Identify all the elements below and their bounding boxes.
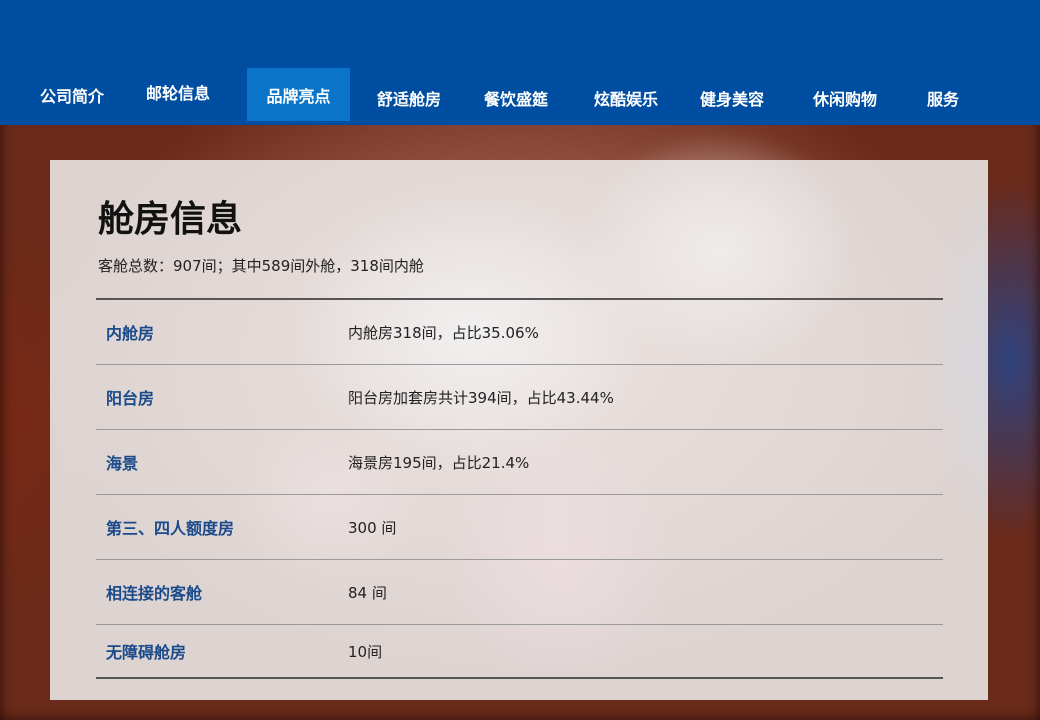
- row-label: 无障碍舱房: [106, 643, 187, 662]
- row-value: 阳台房加套房共计394间，占比43.44%: [348, 388, 614, 407]
- table-row: 相连接的客舱 84 间: [96, 560, 943, 625]
- nav-item-shopping[interactable]: 休闲购物: [803, 71, 887, 124]
- nav-item-brand-highlights[interactable]: 品牌亮点: [247, 68, 350, 121]
- nav-item-cabins[interactable]: 舒适舱房: [367, 71, 451, 124]
- row-label: 阳台房: [106, 389, 155, 408]
- table-row: 内舱房 内舱房318间，占比35.06%: [96, 300, 943, 365]
- row-value: 内舱房318间，占比35.06%: [348, 323, 539, 342]
- content-panel: 舱房信息 客舱总数：907间；其中589间外舱，318间内舱 内舱房 内舱房31…: [50, 160, 988, 700]
- row-label: 内舱房: [106, 324, 155, 343]
- nav-item-entertainment[interactable]: 炫酷娱乐: [584, 71, 668, 124]
- table-row: 第三、四人额度房 300 间: [96, 495, 943, 560]
- row-value: 300 间: [348, 518, 397, 537]
- row-value: 海景房195间，占比21.4%: [348, 453, 530, 472]
- row-label: 第三、四人额度房: [106, 519, 235, 538]
- table-row: 阳台房 阳台房加套房共计394间，占比43.44%: [96, 365, 943, 430]
- main-nav: 公司简介 邮轮信息 品牌亮点 舒适舱房 餐饮盛筵 炫酷娱乐 健身美容 休闲购物 …: [0, 68, 1040, 125]
- table-row: 无障碍舱房 10间: [96, 625, 943, 677]
- nav-item-fitness-beauty[interactable]: 健身美容: [690, 71, 774, 124]
- nav-item-service[interactable]: 服务: [918, 71, 968, 124]
- cabin-summary: 客舱总数：907间；其中589间外舱，318间内舱: [98, 257, 424, 275]
- row-label: 相连接的客舱: [106, 584, 203, 603]
- nav-item-cruise-info[interactable]: 邮轮信息: [136, 65, 220, 118]
- table-row: 海景 海景房195间，占比21.4%: [96, 430, 943, 495]
- row-value: 84 间: [348, 583, 387, 602]
- row-value: 10间: [348, 642, 383, 661]
- top-nav-bar: 公司简介 邮轮信息 品牌亮点 舒适舱房 餐饮盛筵 炫酷娱乐 健身美容 休闲购物 …: [0, 0, 1040, 125]
- page-title: 舱房信息: [98, 199, 243, 240]
- nav-item-dining[interactable]: 餐饮盛筵: [474, 71, 558, 124]
- nav-item-company-intro[interactable]: 公司简介: [30, 68, 114, 121]
- row-label: 海景: [106, 454, 139, 473]
- cabin-info-table: 内舱房 内舱房318间，占比35.06% 阳台房 阳台房加套房共计394间，占比…: [96, 298, 943, 679]
